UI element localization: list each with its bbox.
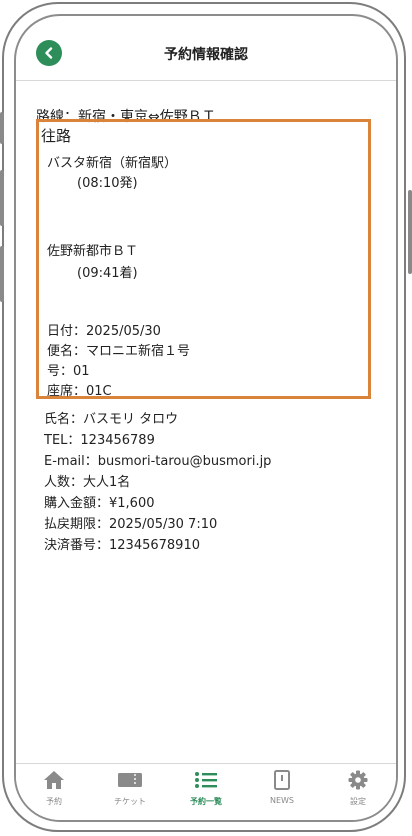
departure-stop: バスタ新宿（新宿駅）	[47, 156, 178, 171]
purchase-amount: 購入金額：¥1,600	[44, 496, 155, 511]
passenger-email: E-mail：busmori-tarou@busmori.jp	[44, 454, 272, 469]
passenger-count: 人数：大人1名	[44, 475, 131, 490]
refund-deadline: 払戻期限：2025/05/30 7:10	[44, 517, 218, 532]
tab-reserve[interactable]: 予約	[24, 770, 84, 807]
trip-date: 日付：2025/05/30	[47, 324, 161, 339]
trip-service-name: 便名：マロニエ新宿１号	[47, 344, 191, 359]
tab-label: 予約	[46, 797, 62, 806]
news-icon	[274, 770, 290, 790]
passenger-tel: TEL：123456789	[44, 433, 155, 448]
tab-label: チケット	[114, 797, 146, 806]
phone-side-button-power	[408, 190, 412, 274]
outbound-trip-box: 往路 バスタ新宿（新宿駅） (08:10発) 佐野新都市ＢＴ (09:41着) …	[36, 119, 371, 399]
tab-settings[interactable]: 設定	[328, 770, 388, 807]
tab-label: NEWS	[269, 796, 295, 805]
trip-car-number: 号：01	[47, 364, 90, 379]
app-header: 予約情報確認	[16, 16, 396, 81]
phone-side-button-silent	[0, 112, 4, 144]
phone-side-button-volume-down	[0, 246, 4, 302]
arrival-time: (09:41着)	[77, 266, 138, 281]
phone-side-button-volume-up	[0, 170, 4, 226]
page-title: 予約情報確認	[164, 47, 248, 63]
trip-heading: 往路	[41, 127, 72, 145]
bottom-tab-bar: 予約 チケット 予約一覧 NEWS 設定	[16, 763, 396, 820]
departure-time: (08:10発)	[77, 176, 138, 191]
tab-ticket[interactable]: チケット	[100, 770, 160, 807]
tab-news[interactable]: NEWS	[252, 770, 312, 805]
passenger-name: 氏名：バスモリ タロウ	[44, 412, 179, 427]
phone-screen: 予約情報確認 路線：新宿・東京⇔佐野ＢＴ 往路 バスタ新宿（新宿駅） (08:1…	[14, 14, 398, 822]
trip-seat: 座席：01C	[47, 384, 112, 399]
tab-reservation-list[interactable]: 予約一覧	[176, 770, 236, 807]
gear-icon	[348, 770, 368, 790]
ticket-icon	[118, 773, 142, 787]
list-icon	[195, 772, 217, 788]
tab-label: 予約一覧	[190, 797, 222, 806]
tab-label: 設定	[350, 797, 366, 806]
home-icon	[44, 771, 64, 789]
arrival-stop: 佐野新都市ＢＴ	[47, 244, 139, 259]
payment-number: 決済番号：12345678910	[44, 538, 200, 553]
